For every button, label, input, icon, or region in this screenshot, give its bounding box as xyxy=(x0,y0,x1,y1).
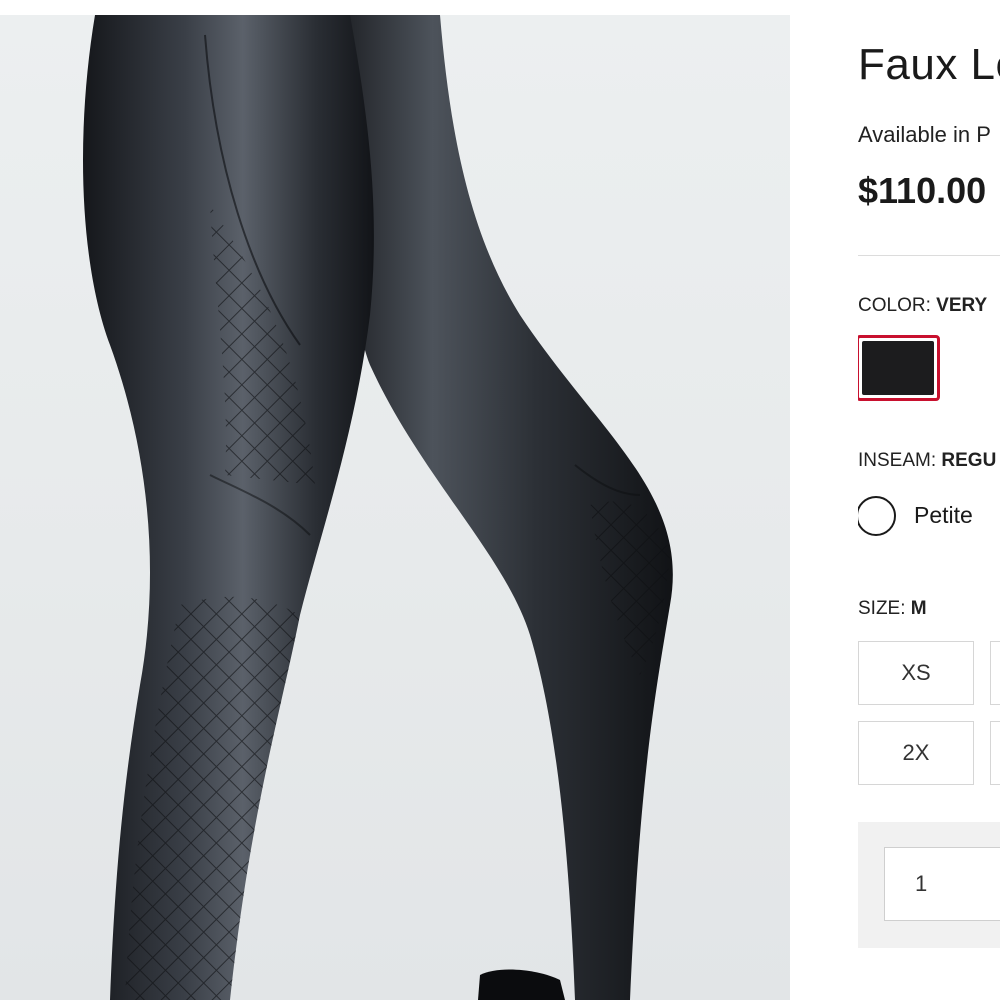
leggings-photo xyxy=(83,15,673,1000)
inseam-label-text: INSEAM: xyxy=(858,450,937,471)
inseam-option-label: INSEAM: REGU xyxy=(858,450,996,472)
size-option-label: SIZE: M xyxy=(858,598,927,620)
size-button-xs[interactable]: XS xyxy=(858,641,974,705)
add-to-cart-panel: 1 xyxy=(858,822,1000,948)
size-button-2x[interactable]: 2X xyxy=(858,721,974,785)
quantity-input[interactable]: 1 xyxy=(884,847,1000,921)
product-title: Faux Le xyxy=(858,40,1000,89)
product-image[interactable] xyxy=(0,15,790,1000)
size-button-next[interactable] xyxy=(990,641,1000,705)
inseam-selected-value: REGU xyxy=(941,450,997,471)
size-label-text: SIZE: xyxy=(858,598,906,619)
divider xyxy=(858,255,1000,256)
color-label-text: COLOR: xyxy=(858,295,931,316)
size-button-next-row2[interactable] xyxy=(990,721,1000,785)
size-selected-value: M xyxy=(910,598,927,619)
radio-button[interactable] xyxy=(858,496,896,536)
color-swatch-fill xyxy=(862,341,934,395)
product-info-panel: Faux Le Available in P $110.00 COLOR: VE… xyxy=(858,0,1000,1000)
inseam-option-label: Petite xyxy=(914,502,973,528)
availability-text: Available in P xyxy=(858,122,991,147)
color-selected-value: VERY xyxy=(936,295,988,316)
product-price: $110.00 xyxy=(858,170,987,211)
color-option-label: COLOR: VERY xyxy=(858,295,987,317)
color-swatch-selected[interactable] xyxy=(858,335,940,401)
